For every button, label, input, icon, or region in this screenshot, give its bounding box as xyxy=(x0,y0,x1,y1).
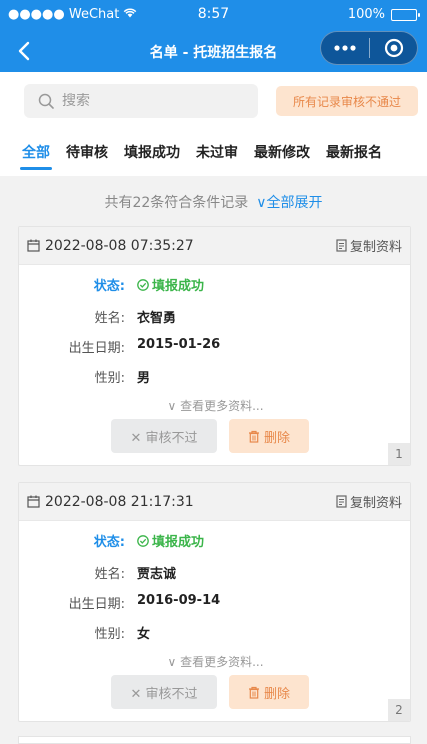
search-icon xyxy=(38,93,54,109)
copy-info-button[interactable]: 复制资料 xyxy=(336,492,402,511)
delete-label: 删除 xyxy=(263,686,290,702)
gender-row: 性别: 男 xyxy=(19,367,410,387)
record-card: 2022-08-08 07:35:27 复制资料 状态: 填报成功 姓名: 衣智… xyxy=(18,226,411,466)
check-circle-icon xyxy=(137,534,149,547)
calendar-icon xyxy=(27,239,40,252)
record-time: 2022-08-08 07:35:27 xyxy=(27,238,194,254)
record-time: 2022-08-08 21:17:31 xyxy=(27,494,194,510)
record-index: 2 xyxy=(388,699,410,721)
gender-label: 性别: xyxy=(94,627,125,642)
record-index: 1 xyxy=(388,443,410,465)
delete-button[interactable]: 删除 xyxy=(229,419,309,453)
tab-pending[interactable]: 待审核 xyxy=(66,142,108,172)
reject-button[interactable]: ✕ 审核不过 xyxy=(111,419,217,453)
tab-rejected[interactable]: 未过审 xyxy=(196,142,238,172)
battery-info: 100% xyxy=(347,7,420,22)
delete-button[interactable]: 删除 xyxy=(229,675,309,709)
next-record-card-edge xyxy=(18,736,411,744)
trash-icon xyxy=(248,430,259,443)
battery-icon xyxy=(391,8,420,21)
record-time-text: 2022-08-08 21:17:31 xyxy=(45,493,194,510)
gender-value: 女 xyxy=(137,627,151,642)
reject-button[interactable]: ✕ 审核不过 xyxy=(111,675,217,709)
status-text: 填报成功 xyxy=(152,535,205,550)
target-close-icon xyxy=(384,38,403,58)
tab-all[interactable]: 全部 xyxy=(20,142,52,172)
search-input[interactable] xyxy=(62,93,232,109)
birth-value: 2015-01-26 xyxy=(137,337,221,352)
navigation-bar: 名单 - 托班招生报名 xyxy=(0,30,427,72)
view-more-link[interactable]: ∨ 查看更多资料... xyxy=(19,653,410,670)
filter-panel: 所有记录审核不通过 全部 待审核 填报成功 未过审 最新修改 最新报名 xyxy=(0,72,427,176)
mini-program-capsule xyxy=(320,31,418,65)
calendar-icon xyxy=(27,495,40,508)
record-count-text: 共有22条符合条件记录 xyxy=(104,195,249,211)
name-label: 姓名: xyxy=(94,311,125,326)
birth-label: 出生日期: xyxy=(68,341,125,356)
status-value: 填报成功 xyxy=(137,275,204,294)
status-row: 状态: 填报成功 xyxy=(19,531,410,551)
status-row: 状态: 填报成功 xyxy=(19,275,410,295)
birth-value: 2016-09-14 xyxy=(137,593,221,608)
status-label: 状态: xyxy=(93,279,125,294)
more-dots-icon xyxy=(334,45,356,51)
name-value: 贾志诚 xyxy=(137,567,177,582)
name-value: 衣智勇 xyxy=(137,311,177,326)
record-card-header: 2022-08-08 07:35:27 复制资料 xyxy=(19,227,410,265)
status-text: 填报成功 xyxy=(152,279,205,294)
copy-info-label: 复制资料 xyxy=(349,240,402,255)
name-label: 姓名: xyxy=(94,567,125,582)
close-mini-program-button[interactable] xyxy=(370,32,417,64)
trash-icon xyxy=(248,686,259,699)
record-card-header: 2022-08-08 21:17:31 复制资料 xyxy=(19,483,410,521)
reject-all-button[interactable]: 所有记录审核不通过 xyxy=(276,86,418,116)
tab-success[interactable]: 填报成功 xyxy=(124,142,180,172)
gender-value: 男 xyxy=(137,371,151,386)
copy-info-label: 复制资料 xyxy=(349,496,402,511)
search-box[interactable] xyxy=(24,84,258,118)
tab-latest-modified[interactable]: 最新修改 xyxy=(254,142,310,172)
expand-all-link[interactable]: ∨全部展开 xyxy=(256,195,322,211)
document-icon xyxy=(336,239,347,252)
record-summary: 共有22条符合条件记录 ∨全部展开 xyxy=(0,192,427,212)
document-icon xyxy=(336,495,347,508)
birth-row: 出生日期: 2015-01-26 xyxy=(19,337,410,357)
delete-label: 删除 xyxy=(263,430,290,446)
view-more-link[interactable]: ∨ 查看更多资料... xyxy=(19,397,410,414)
copy-info-button[interactable]: 复制资料 xyxy=(336,236,402,255)
gender-row: 性别: 女 xyxy=(19,623,410,643)
name-row: 姓名: 贾志诚 xyxy=(19,563,410,583)
birth-row: 出生日期: 2016-09-14 xyxy=(19,593,410,613)
check-circle-icon xyxy=(137,278,149,291)
status-bar: ●●●●● WeChat 8:57 100% xyxy=(0,0,427,30)
tab-latest-registered[interactable]: 最新报名 xyxy=(326,142,382,172)
top-bar: ●●●●● WeChat 8:57 100% 名单 - 托班招生报名 xyxy=(0,0,427,72)
name-row: 姓名: 衣智勇 xyxy=(19,307,410,327)
filter-tabs: 全部 待审核 填报成功 未过审 最新修改 最新报名 xyxy=(20,142,398,172)
status-value: 填报成功 xyxy=(137,531,204,550)
record-time-text: 2022-08-08 07:35:27 xyxy=(45,237,194,254)
birth-label: 出生日期: xyxy=(68,597,125,612)
gender-label: 性别: xyxy=(94,371,125,386)
status-label: 状态: xyxy=(93,535,125,550)
battery-percent: 100% xyxy=(347,7,385,22)
record-card: 2022-08-08 21:17:31 复制资料 状态: 填报成功 姓名: 贾志… xyxy=(18,482,411,722)
more-options-button[interactable] xyxy=(321,32,369,64)
